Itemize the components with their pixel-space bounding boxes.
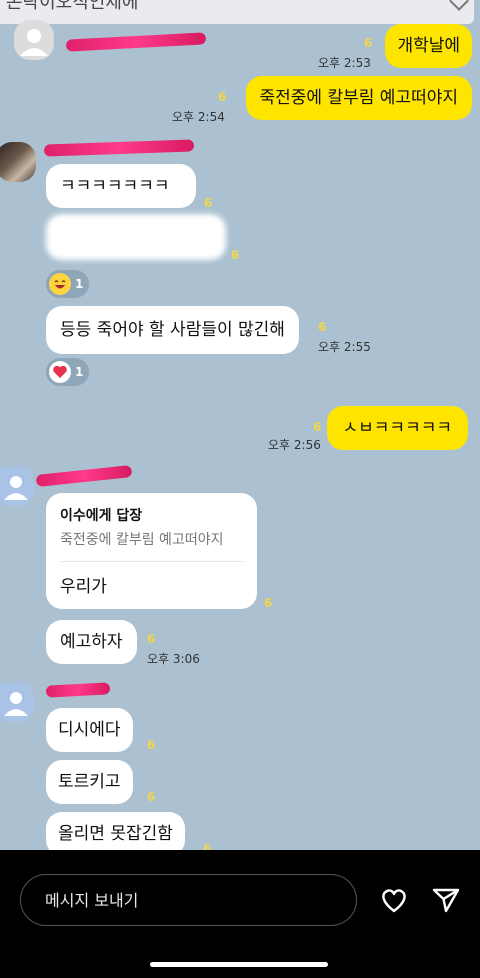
my-message-bubble[interactable]: 죽전중에 칼부림 예고떠야지 — [245, 76, 472, 120]
redaction-mark — [65, 32, 207, 52]
unread-count: 6 — [204, 196, 213, 210]
person-icon — [20, 29, 48, 56]
unread-count: 6 — [203, 842, 212, 850]
reaction-count: 1 — [75, 365, 84, 379]
blurred-message-bubble[interactable] — [46, 214, 226, 260]
chat-title: 온락이오직인제에 — [6, 0, 139, 13]
reply-quote[interactable]: 죽전중에 칼부림 예고떠야지 — [60, 529, 243, 549]
story-reply-bar — [0, 850, 480, 978]
unread-count: 6 — [147, 790, 156, 804]
message-bubble[interactable]: 등등 죽어야 할 사람들이 많긴해 — [46, 306, 299, 354]
message-text: 등등 죽어야 할 사람들이 많긴해 — [60, 320, 285, 340]
home-indicator — [150, 962, 328, 967]
divider — [60, 561, 243, 562]
message-text: ㅅㅂㅋㅋㅋㅋㅋ — [342, 418, 452, 438]
unread-count: 6 — [231, 248, 240, 262]
message-text: ㅋㅋㅋㅋㅋㅋㅋ — [60, 176, 170, 196]
avatar[interactable] — [14, 20, 54, 60]
message-text: 디시에다 — [58, 720, 121, 740]
person-icon — [4, 476, 28, 500]
unread-count: 6 — [264, 596, 273, 610]
message-bubble[interactable]: 디시에다 — [46, 708, 133, 752]
chevron-down-icon[interactable] — [449, 0, 469, 11]
message-text: 죽전중에 칼부림 예고떠야지 — [259, 88, 459, 108]
laughing-face-icon — [49, 273, 71, 295]
redaction-mark — [43, 139, 195, 157]
redaction-mark — [35, 465, 133, 487]
unread-count: 6 — [313, 420, 322, 434]
message-input[interactable] — [20, 874, 357, 926]
person-icon — [4, 692, 28, 716]
message-text: 개학날에 — [397, 36, 460, 56]
avatar[interactable] — [0, 466, 34, 506]
message-text: 토르키고 — [58, 772, 121, 792]
message-bubble[interactable]: 토르키고 — [46, 760, 133, 804]
unread-count: 6 — [318, 320, 327, 334]
avatar[interactable] — [0, 142, 36, 182]
message-time: 오후 2:53 — [318, 56, 371, 70]
reaction-chip[interactable]: 1 — [46, 358, 90, 386]
heart-outline-icon[interactable] — [378, 884, 410, 916]
redaction-mark — [45, 682, 111, 698]
message-time: 오후 2:56 — [268, 438, 321, 452]
unread-count: 6 — [147, 738, 156, 752]
chat-area[interactable]: 온락이오직인제에 개학날에 6 오후 2:53 죽전중에 칼부림 예고떠야지 6… — [0, 0, 480, 850]
avatar[interactable] — [0, 682, 34, 722]
heart-icon — [49, 361, 71, 383]
paper-plane-icon[interactable] — [430, 884, 462, 916]
message-time: 오후 2:55 — [318, 340, 371, 354]
reaction-count: 1 — [75, 277, 84, 291]
message-bubble[interactable]: 올리면 못잡긴함 — [46, 812, 185, 850]
message-text: 올리면 못잡긴함 — [58, 824, 173, 844]
unread-count: 6 — [364, 36, 373, 50]
message-text: 우리가 — [60, 577, 107, 597]
chat-header: 온락이오직인제에 — [0, 0, 474, 24]
message-text: 예고하자 — [60, 632, 123, 652]
message-time: 오후 3:06 — [147, 652, 200, 666]
my-message-bubble[interactable]: ㅅㅂㅋㅋㅋㅋㅋ — [326, 406, 468, 450]
unread-count: 6 — [147, 632, 156, 646]
message-bubble[interactable]: 예고하자 — [46, 620, 137, 664]
message-time: 오후 2:54 — [172, 110, 225, 124]
message-bubble[interactable]: ㅋㅋㅋㅋㅋㅋㅋ — [46, 164, 196, 208]
reaction-chip[interactable]: 1 — [46, 270, 90, 298]
my-message-bubble[interactable]: 개학날에 — [385, 24, 472, 68]
unread-count: 6 — [218, 90, 227, 104]
reply-title: 이수에게 답장 — [60, 508, 143, 524]
reply-message-card[interactable]: 이수에게 답장 죽전중에 칼부림 예고떠야지 우리가 — [46, 493, 257, 609]
